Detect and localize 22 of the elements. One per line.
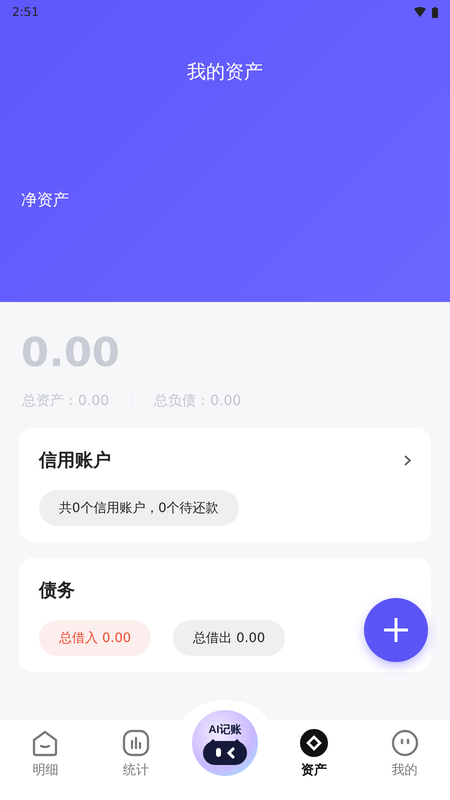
borrowed-in-chip: 总借入 0.00 — [39, 620, 152, 656]
bar-chart-icon — [122, 729, 150, 757]
credit-card-panel[interactable]: 信用账户 共0个信用账户，0个待还款 — [19, 428, 431, 542]
debt-panel[interactable]: 债务 总借入 0.00 总借出 0.00 — [19, 558, 431, 672]
smiley-icon — [390, 729, 419, 757]
house-icon — [31, 729, 60, 757]
nav-tab[interactable]: 我的 — [370, 728, 440, 780]
nav-tab[interactable]: 明细 — [10, 728, 80, 780]
lent-out-chip: 总借出 0.00 — [173, 620, 286, 656]
nav-tab[interactable]: 资产 — [278, 728, 349, 780]
plus-icon — [384, 618, 408, 642]
wifi-icon — [414, 7, 426, 17]
card-title: 债务 — [39, 579, 75, 602]
status-time: 2:51 — [12, 5, 39, 19]
battery-icon — [432, 6, 438, 18]
credit-summary-chip: 共0个信用账户，0个待还款 — [39, 490, 239, 526]
card-title: 信用账户 — [39, 449, 111, 472]
chevron-right-icon — [404, 454, 411, 466]
robot-face-icon — [202, 738, 247, 764]
net-assets-label: 净资产 — [21, 190, 70, 211]
page-title: 我的资产 — [186, 60, 264, 85]
nav-tab[interactable]: 统计 — [101, 728, 172, 780]
